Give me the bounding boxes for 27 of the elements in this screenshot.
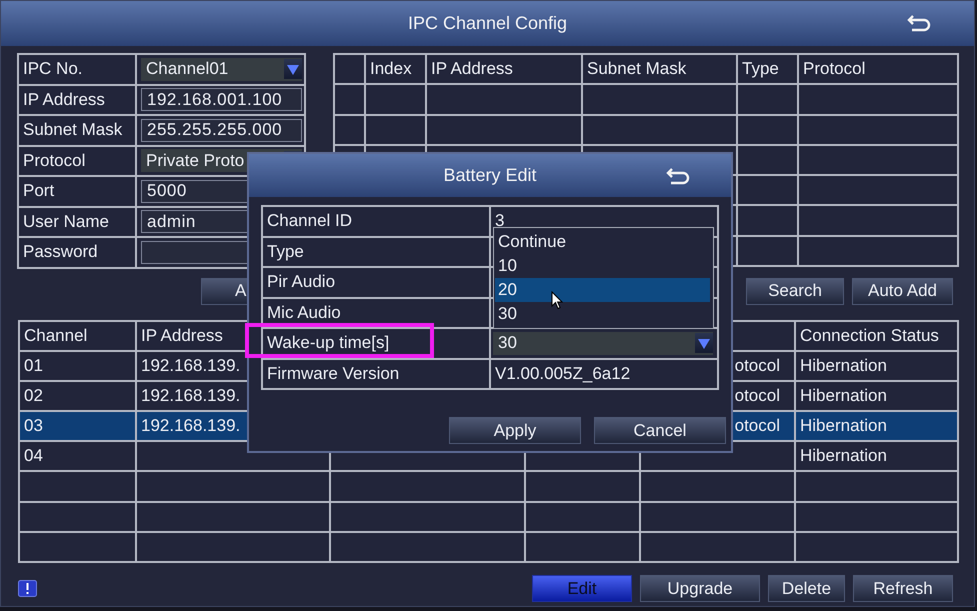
field-label: Protocol (22, 150, 86, 172)
dialog-title: Battery Edit (443, 165, 537, 186)
table-cell-text: 02 (23, 384, 44, 407)
table-cell-text: 04 (23, 445, 44, 468)
field-label: Mic Audio (267, 302, 341, 323)
table-cell-text: 03 (23, 415, 44, 438)
table-cell: Hibernation (794, 352, 957, 380)
table-cell: Hibernation (794, 412, 957, 440)
field-label: IPC No. (22, 58, 84, 80)
field-label: Type (267, 242, 304, 262)
column-header: IP Address (425, 55, 581, 84)
field-label: IP Address (22, 88, 106, 111)
column-header: Subnet Mask (581, 55, 736, 84)
field-label: User Name (22, 210, 110, 233)
column-header: Protocol (797, 55, 957, 84)
field-label: Subnet Mask (22, 119, 124, 142)
table-cell-text: 01 (23, 354, 44, 377)
window-title: IPC Channel Config (408, 13, 568, 34)
column-header: Channel (23, 324, 88, 347)
field-label: Password (22, 241, 99, 264)
column-header: Index (364, 55, 425, 84)
field-value: V1.00.005Z_6a12 (489, 360, 717, 388)
column-header: Connection Status (794, 322, 957, 350)
table-cell: Hibernation (794, 442, 957, 470)
field-label: Port (22, 180, 56, 202)
field-label: Pir Audio (267, 272, 336, 292)
column-header: Type (736, 55, 797, 84)
